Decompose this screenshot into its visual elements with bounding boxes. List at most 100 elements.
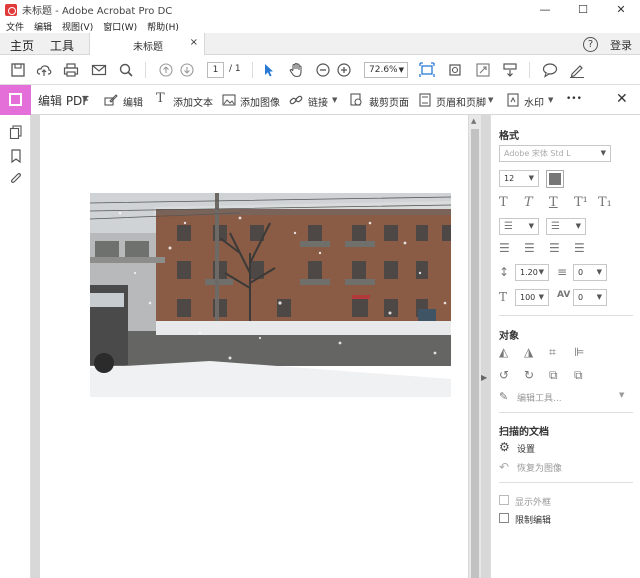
objects-heading: 对象 [499, 331, 519, 342]
rotate-right-icon[interactable]: ↻ [524, 368, 534, 382]
scrollbar-thumb[interactable] [471, 129, 479, 578]
arrange-icon[interactable]: ⧉ [574, 368, 583, 383]
cloud-upload-icon[interactable] [36, 62, 52, 78]
close-tool-icon[interactable]: ✕ [616, 91, 628, 107]
rotate-view-icon[interactable] [447, 62, 463, 78]
zoom-out-icon[interactable] [315, 62, 331, 78]
page-number-input[interactable]: 1 [207, 62, 224, 78]
chevron-down-icon[interactable]: ▼ [82, 94, 88, 103]
mail-icon[interactable] [91, 62, 107, 78]
next-page-icon[interactable] [179, 62, 195, 78]
add-image-button[interactable]: 添加图像 [240, 94, 280, 109]
justify-icon[interactable]: ☰ [574, 241, 585, 255]
crop-page-button[interactable]: 裁剪页面 [369, 94, 409, 109]
more-options-icon[interactable]: ••• [566, 94, 582, 104]
expand-right-icon[interactable]: ▶ [481, 373, 487, 382]
add-image-icon [222, 93, 236, 110]
menu-window[interactable]: 窗口(W) [103, 20, 137, 33]
edit-icon [104, 93, 118, 110]
previous-page-icon[interactable] [158, 62, 174, 78]
replace-image-icon[interactable]: ⧉ [549, 368, 558, 383]
paragraph-spacing-select[interactable]: 0 ▼ [573, 264, 607, 281]
chevron-down-icon: ▼ [538, 293, 544, 301]
edit-pdf-toolbar: 编辑 PDF ▼ 编辑 T 添加文本 添加图像 链接 ▼ 裁剪页面 页眉和页脚 … [0, 85, 640, 115]
header-footer-button[interactable]: 页眉和页脚 [436, 94, 486, 109]
vertical-scrollbar[interactable]: ▲ [469, 115, 481, 578]
revert-to-image-link[interactable]: 恢复为图像 [517, 461, 562, 474]
font-color-swatch[interactable] [546, 170, 564, 188]
subscript-icon[interactable]: T₁ [598, 195, 612, 210]
bullet-list-select[interactable]: ☰ ▼ [499, 218, 539, 235]
chevron-down-icon[interactable]: ▼ [332, 96, 337, 104]
restrict-edit-label: 限制编辑 [515, 516, 552, 526]
horizontal-scale-select[interactable]: 100 ▼ [515, 289, 549, 306]
left-navigation-pane [0, 115, 31, 578]
underline-icon[interactable]: T [549, 195, 558, 210]
login-link[interactable]: 登录 [610, 37, 632, 53]
full-screen-icon[interactable] [475, 62, 491, 78]
print-icon[interactable] [63, 62, 79, 78]
line-spacing-icon: ↕ [499, 265, 510, 279]
search-icon[interactable] [118, 62, 134, 78]
align-objects-icon[interactable]: ⊫ [574, 345, 584, 359]
watermark-button[interactable]: 水印 [524, 94, 544, 109]
chevron-down-icon: ▼ [596, 293, 602, 301]
align-left-icon[interactable]: ☰ [499, 241, 510, 255]
fit-width-icon[interactable] [419, 62, 435, 78]
scroll-up-icon[interactable]: ▲ [471, 117, 476, 125]
italic-icon[interactable]: T [524, 195, 533, 210]
tab-tools[interactable]: 工具 [50, 37, 74, 54]
line-spacing-select[interactable]: 1.20 ▼ [515, 264, 549, 281]
superscript-icon[interactable]: T¹ [574, 195, 588, 210]
maximize-button[interactable]: ☐ [564, 0, 602, 19]
select-tool-icon[interactable] [261, 62, 277, 78]
chevron-down-icon[interactable]: ▼ [488, 96, 493, 104]
help-icon[interactable]: ? [583, 37, 598, 52]
flip-horizontal-icon[interactable]: ◮ [524, 345, 533, 359]
numbered-list-select[interactable]: ☰ ▼ [546, 218, 586, 235]
revert-icon: ↶ [499, 460, 510, 474]
comment-icon[interactable] [542, 62, 558, 78]
minimize-button[interactable]: — [526, 0, 564, 19]
link-icon [289, 93, 303, 110]
font-family-select[interactable]: Adobe 宋体 Std L ▼ [499, 145, 611, 162]
rotate-left-icon[interactable]: ↺ [499, 368, 509, 382]
link-button[interactable]: 链接 [308, 94, 328, 109]
chevron-down-icon[interactable]: ▼ [548, 96, 553, 104]
character-spacing-select[interactable]: 0 ▼ [573, 289, 607, 306]
menu-edit[interactable]: 编辑 [34, 20, 52, 33]
align-right-icon[interactable]: ☰ [549, 241, 560, 255]
save-icon[interactable] [10, 62, 26, 78]
format-heading: 格式 [499, 131, 519, 142]
page-thumbnails-icon[interactable] [9, 125, 23, 140]
edit-button[interactable]: 编辑 [123, 94, 143, 109]
close-window-button[interactable]: ✕ [602, 0, 640, 19]
show-outline-checkbox[interactable] [499, 495, 509, 505]
restrict-edit-checkbox[interactable] [499, 513, 509, 523]
edit-tools-dropdown[interactable]: 编辑工具... [517, 391, 562, 404]
tab-close-icon[interactable]: × [190, 37, 198, 48]
tab-document[interactable]: 未标题 × [89, 33, 205, 56]
add-text-button[interactable]: 添加文本 [173, 94, 213, 109]
attachment-icon[interactable] [9, 172, 23, 186]
snow-building-photo[interactable] [90, 193, 451, 397]
paragraph-spacing-value: 0 [578, 268, 584, 277]
flip-vertical-icon[interactable]: ◭ [499, 345, 508, 359]
scroll-mode-icon[interactable] [502, 62, 518, 78]
menu-file[interactable]: 文件 [6, 20, 24, 33]
menu-view[interactable]: 视图(V) [62, 20, 93, 33]
bold-icon[interactable]: T [499, 195, 508, 210]
zoom-in-icon[interactable] [336, 62, 352, 78]
font-size-select[interactable]: 12 ▼ [499, 170, 539, 187]
tab-home[interactable]: 主页 [10, 37, 34, 54]
chevron-down-icon[interactable]: ▼ [619, 391, 624, 399]
align-center-icon[interactable]: ☰ [524, 241, 535, 255]
zoom-select[interactable]: 72.6% ▼ [364, 62, 408, 78]
edit-pdf-tool-icon[interactable] [0, 85, 31, 115]
hand-tool-icon[interactable] [288, 62, 304, 78]
sign-icon[interactable] [569, 62, 585, 78]
bookmark-icon[interactable] [9, 149, 23, 164]
menu-help[interactable]: 帮助(H) [147, 20, 179, 33]
crop-image-icon[interactable]: ⌗ [549, 345, 556, 360]
settings-link[interactable]: 设置 [517, 442, 535, 455]
